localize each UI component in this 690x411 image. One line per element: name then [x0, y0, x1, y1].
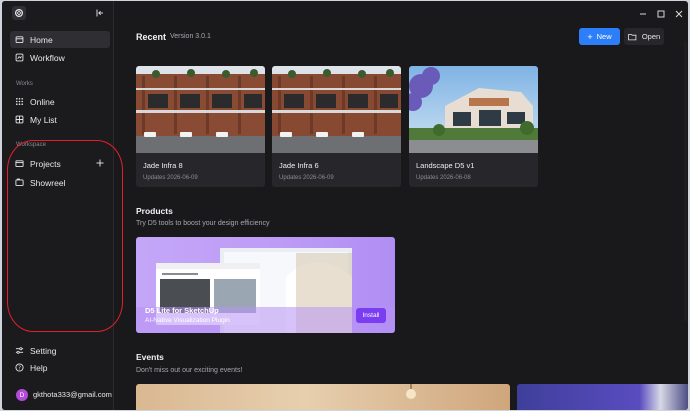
minimize-icon[interactable]	[638, 9, 648, 19]
open-button-label: Open	[641, 32, 661, 41]
sidebar-item-my-list[interactable]: My List	[10, 111, 110, 128]
sidebar-item-setting[interactable]: Setting	[10, 342, 110, 359]
project-thumbnail	[409, 66, 538, 153]
card-date: Updates 2026-06-08	[416, 175, 471, 181]
events-subtitle: Don't miss out our exciting events!	[136, 367, 243, 374]
recent-title: Recent	[136, 32, 167, 42]
sidebar-item-label: Workflow	[30, 52, 65, 63]
recent-card-jade-infra-8[interactable]: Jade Infra 8 Updates 2026-06-09	[136, 66, 265, 187]
list-icon	[15, 115, 24, 124]
grid-icon	[15, 97, 24, 106]
plus-icon: +	[587, 31, 593, 42]
section-label-works: Works	[16, 81, 33, 87]
install-button[interactable]: Install	[356, 308, 386, 323]
lamp-icon	[406, 384, 416, 399]
maximize-icon[interactable]	[656, 9, 666, 19]
showreel-icon	[15, 178, 24, 187]
card-date: Updates 2026-06-09	[143, 175, 198, 181]
user-email[interactable]: gkthota333@gmail.com	[33, 390, 112, 399]
svg-text:?: ?	[18, 365, 21, 371]
add-project-plus-icon[interactable]	[95, 158, 105, 168]
avatar[interactable]: D	[16, 389, 28, 401]
sidebar-item-label: Online	[30, 96, 55, 107]
scrollbar[interactable]	[684, 41, 687, 321]
sidebar-item-label: Home	[30, 34, 53, 45]
event-banner[interactable]	[136, 384, 510, 410]
event-banner[interactable]	[517, 384, 688, 410]
sidebar-item-label: Showreel	[30, 177, 66, 188]
products-title: Products	[136, 206, 173, 216]
sidebar-item-label: Setting	[30, 345, 57, 356]
banner-subtitle: AI-Native Visualization Plugin	[145, 317, 230, 324]
help-icon: ?	[15, 363, 24, 372]
sidebar-item-label: Projects	[30, 158, 61, 169]
settings-sliders-icon	[15, 347, 24, 354]
new-button-label: New	[596, 32, 612, 41]
card-title: Landscape D5 v1	[416, 161, 475, 170]
products-subtitle: Try D5 tools to boost your design effici…	[136, 220, 270, 227]
folder-icon	[15, 160, 24, 168]
sidebar-item-online[interactable]: Online	[10, 93, 110, 110]
close-icon[interactable]	[674, 9, 684, 19]
banner-title: D5 Lite for SketchUp	[145, 306, 219, 315]
project-thumbnail	[136, 66, 265, 153]
collapse-sidebar-icon[interactable]	[95, 8, 105, 18]
card-title: Jade Infra 6	[279, 161, 319, 170]
recent-card-jade-infra-6[interactable]: Jade Infra 6 Updates 2026-06-09	[272, 66, 401, 187]
app-window: Home Workflow Works Online My List Works…	[2, 1, 688, 410]
sidebar: Home Workflow Works Online My List Works…	[2, 1, 114, 410]
sidebar-item-label: Help	[30, 362, 48, 373]
sidebar-item-home[interactable]: Home	[10, 31, 110, 48]
home-icon	[15, 36, 24, 44]
workflow-icon	[15, 53, 24, 62]
sidebar-item-label: My List	[30, 114, 57, 125]
sidebar-item-workflow[interactable]: Workflow	[10, 49, 110, 66]
open-project-button[interactable]: Open	[624, 28, 664, 45]
recent-card-landscape-d5-v1[interactable]: Landscape D5 v1 Updates 2026-06-08	[409, 66, 538, 187]
version-label: Version 3.0.1	[170, 33, 211, 40]
open-folder-icon	[627, 33, 637, 40]
project-thumbnail	[272, 66, 401, 153]
card-title: Jade Infra 8	[143, 161, 183, 170]
card-date: Updates 2026-06-09	[279, 175, 334, 181]
d5-logo-icon[interactable]	[12, 6, 26, 20]
events-title: Events	[136, 352, 164, 362]
sidebar-item-showreel[interactable]: Showreel	[10, 174, 110, 191]
d5-lite-banner[interactable]: D5 Lite for SketchUp AI-Native Visualiza…	[136, 237, 395, 333]
new-project-button[interactable]: + New	[579, 28, 620, 45]
sidebar-item-help[interactable]: ? Help	[10, 359, 110, 376]
section-label-workspace: Workspace	[16, 142, 46, 148]
sidebar-item-projects[interactable]: Projects	[10, 155, 90, 172]
